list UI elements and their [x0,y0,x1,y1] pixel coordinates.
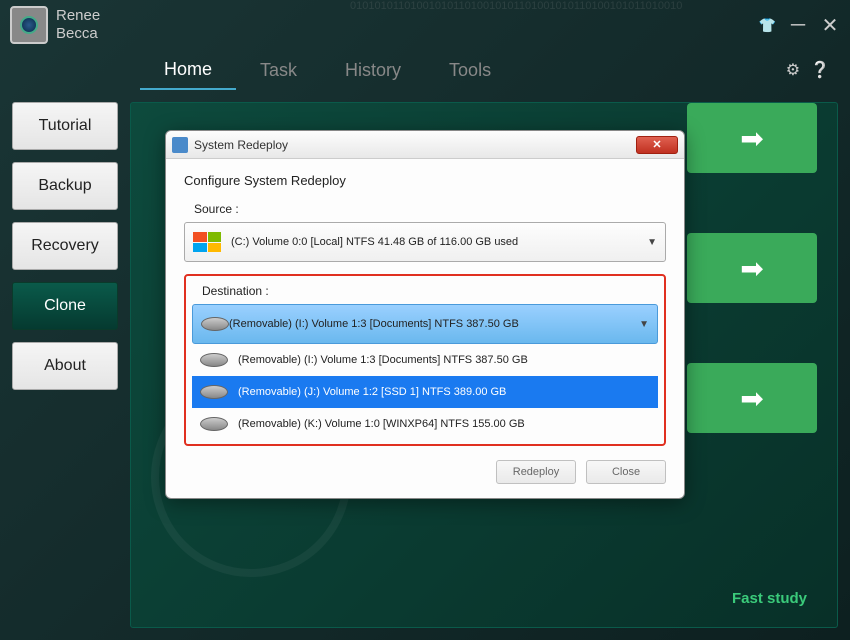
tab-task[interactable]: Task [236,52,321,89]
windows-drive-icon [193,232,221,252]
tab-tools[interactable]: Tools [425,52,515,89]
dest-option-0[interactable]: (Removable) (I:) Volume 1:3 [Documents] … [192,344,658,376]
app-logo-icon [10,6,48,44]
fast-study-link[interactable]: Fast study [732,590,807,607]
destination-highlight: Destination : (Removable) (I:) Volume 1:… [184,274,666,446]
titlebar: Renee Becca 👕 ─ ✕ [0,0,850,50]
arrow-right-icon: ➡ [740,122,763,155]
dest-option-1[interactable]: (Removable) (J:) Volume 1:2 [SSD 1] NTFS… [192,376,658,408]
sidebar-tutorial[interactable]: Tutorial [12,102,118,150]
sidebar-backup[interactable]: Backup [12,162,118,210]
sidebar: Tutorial Backup Recovery Clone About [0,90,130,640]
dialog-body: Configure System Redeploy Source : (C:) … [166,159,684,460]
dest-option-0-text: (Removable) (I:) Volume 1:3 [Documents] … [238,354,528,366]
destination-selected: (Removable) (I:) Volume 1:3 [Documents] … [229,318,519,330]
source-group: Source : (C:) Volume 0:0 [Local] NTFS 41… [184,202,666,262]
minimize-button[interactable]: ─ [788,14,808,37]
sidebar-clone[interactable]: Clone [12,282,118,330]
disk-icon [200,417,228,431]
chevron-down-icon: ▼ [639,319,649,330]
sidebar-recovery[interactable]: Recovery [12,222,118,270]
app-title-line1: Renee [56,7,100,25]
dialog-footer: Redeploy Close [166,460,684,498]
dialog-titlebar[interactable]: System Redeploy ✕ [166,131,684,159]
app-title-line2: Becca [56,25,100,43]
destination-label: Destination : [202,284,658,298]
app-title: Renee Becca [56,7,100,43]
chevron-down-icon: ▼ [647,237,657,248]
dialog-icon [172,137,188,153]
dest-option-1-text: (Removable) (J:) Volume 1:2 [SSD 1] NTFS… [238,386,506,398]
help-icon[interactable]: ❔ [810,60,830,80]
destination-options: (Removable) (I:) Volume 1:3 [Documents] … [192,344,658,440]
disk-icon [201,317,229,331]
redeploy-button[interactable]: Redeploy [496,460,576,484]
settings-icon[interactable]: ⚙ [786,60,800,80]
action-button-1[interactable]: ➡ [687,233,817,303]
dialog-close-button[interactable]: ✕ [636,136,678,154]
action-button-2[interactable]: ➡ [687,363,817,433]
system-redeploy-dialog: System Redeploy ✕ Configure System Redep… [165,130,685,499]
dialog-heading: Configure System Redeploy [184,173,666,188]
source-dropdown[interactable]: (C:) Volume 0:0 [Local] NTFS 41.48 GB of… [184,222,666,262]
source-label: Source : [194,202,666,216]
dest-option-2-text: (Removable) (K:) Volume 1:0 [WINXP64] NT… [238,418,525,430]
dest-option-2[interactable]: (Removable) (K:) Volume 1:0 [WINXP64] NT… [192,408,658,440]
action-button-3[interactable]: ➡ [687,103,817,173]
sidebar-about[interactable]: About [12,342,118,390]
tab-home[interactable]: Home [140,51,236,90]
tshirt-icon[interactable]: 👕 [759,17,776,34]
close-button[interactable]: ✕ [820,13,840,38]
disk-icon [200,385,228,399]
close-icon: ✕ [652,138,661,151]
dialog-close-footer-button[interactable]: Close [586,460,666,484]
main-window: 0101010110100101011010010101101001010110… [0,0,850,640]
dialog-title: System Redeploy [194,138,288,152]
arrow-right-icon: ➡ [740,382,763,415]
destination-dropdown[interactable]: (Removable) (I:) Volume 1:3 [Documents] … [192,304,658,344]
source-value: (C:) Volume 0:0 [Local] NTFS 41.48 GB of… [231,236,518,248]
tab-history[interactable]: History [321,52,425,89]
disk-icon [200,353,228,367]
top-tabs: Home Task History Tools ⚙ ❔ [0,50,850,90]
arrow-right-icon: ➡ [740,252,763,285]
